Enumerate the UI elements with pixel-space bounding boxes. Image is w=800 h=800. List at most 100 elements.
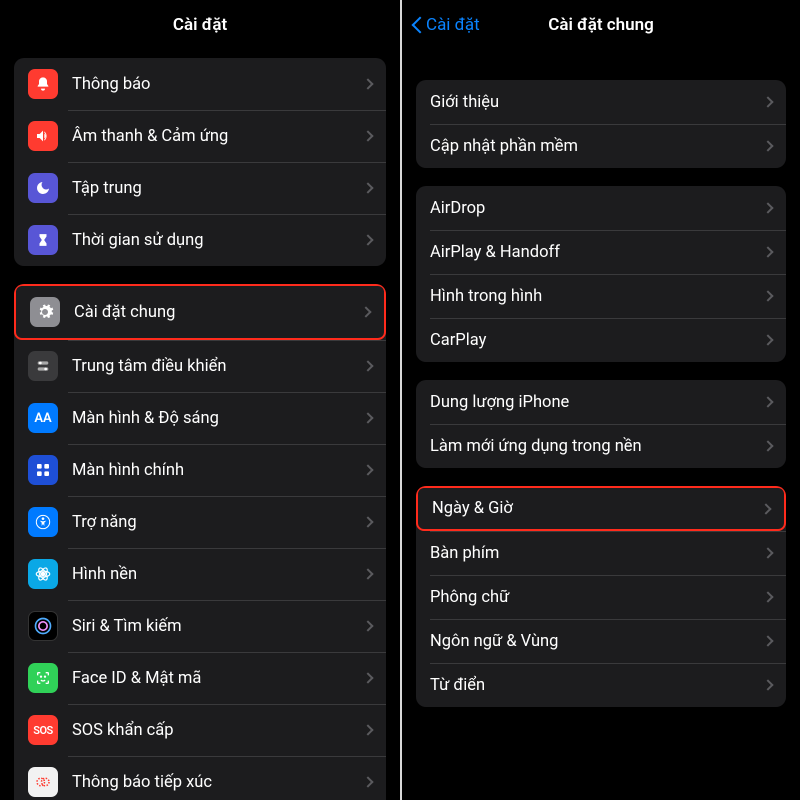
row-label: Thông báo tiếp xúc bbox=[72, 773, 364, 792]
accessibility-icon bbox=[28, 507, 58, 537]
general-list: Giới thiệu Cập nhật phần mềm AirDrop Air… bbox=[402, 50, 800, 721]
faceid-icon bbox=[28, 663, 58, 693]
row-background-refresh[interactable]: Làm mới ứng dụng trong nền bbox=[416, 424, 786, 468]
group-datetime: Ngày & Giờ Bàn phím Phông chữ Ngôn ngữ &… bbox=[416, 486, 786, 707]
row-carplay[interactable]: CarPlay bbox=[416, 318, 786, 362]
row-screentime[interactable]: Thời gian sử dụng bbox=[14, 214, 386, 266]
row-label: Hình nền bbox=[72, 565, 364, 584]
grid-icon bbox=[28, 455, 58, 485]
row-label: Trợ năng bbox=[72, 513, 364, 532]
row-fonts[interactable]: Phông chữ bbox=[416, 575, 786, 619]
row-label: AirDrop bbox=[430, 199, 764, 218]
chevron-left-icon bbox=[410, 15, 422, 35]
row-label: Giới thiệu bbox=[430, 93, 764, 112]
row-accessibility[interactable]: Trợ năng bbox=[14, 496, 386, 548]
page-title: Cài đặt bbox=[173, 15, 227, 35]
row-label: Phông chữ bbox=[430, 588, 764, 607]
header: Cài đặt Cài đặt chung bbox=[402, 0, 800, 50]
row-label: Ngôn ngữ & Vùng bbox=[430, 632, 764, 651]
chevron-right-icon bbox=[362, 724, 373, 735]
row-siri[interactable]: Siri & Tìm kiếm bbox=[14, 600, 386, 652]
chevron-right-icon bbox=[762, 591, 773, 602]
row-faceid[interactable]: Face ID & Mật mã bbox=[14, 652, 386, 704]
row-label: Từ điển bbox=[430, 676, 764, 695]
bell-icon bbox=[28, 69, 58, 99]
chevron-right-icon bbox=[362, 620, 373, 631]
group-storage: Dung lượng iPhone Làm mới ứng dụng trong… bbox=[416, 380, 786, 468]
row-sos[interactable]: SOS SOS khẩn cấp bbox=[14, 704, 386, 756]
switches-icon bbox=[28, 351, 58, 381]
row-control-center[interactable]: Trung tâm điều khiển bbox=[14, 340, 386, 392]
row-focus[interactable]: Tập trung bbox=[14, 162, 386, 214]
settings-list: Thông báo Âm thanh & Cảm ứng Tập trung bbox=[0, 50, 400, 800]
row-pip[interactable]: Hình trong hình bbox=[416, 274, 786, 318]
row-storage[interactable]: Dung lượng iPhone bbox=[416, 380, 786, 424]
group-about: Giới thiệu Cập nhật phần mềm bbox=[416, 80, 786, 168]
row-airdrop[interactable]: AirDrop bbox=[416, 186, 786, 230]
row-homescreen[interactable]: Màn hình chính bbox=[14, 444, 386, 496]
row-label: Cài đặt chung bbox=[74, 303, 362, 322]
row-keyboard[interactable]: Bàn phím bbox=[416, 531, 786, 575]
row-language-region[interactable]: Ngôn ngữ & Vùng bbox=[416, 619, 786, 663]
gear-icon bbox=[30, 297, 60, 327]
row-sounds[interactable]: Âm thanh & Cảm ứng bbox=[14, 110, 386, 162]
row-label: Face ID & Mật mã bbox=[72, 669, 364, 688]
chevron-right-icon bbox=[362, 360, 373, 371]
chevron-right-icon bbox=[360, 306, 371, 317]
row-airplay[interactable]: AirPlay & Handoff bbox=[416, 230, 786, 274]
chevron-right-icon bbox=[362, 234, 373, 245]
row-display[interactable]: AA Màn hình & Độ sáng bbox=[14, 392, 386, 444]
chevron-right-icon bbox=[762, 246, 773, 257]
chevron-right-icon bbox=[762, 635, 773, 646]
chevron-right-icon bbox=[762, 440, 773, 451]
row-label: Dung lượng iPhone bbox=[430, 393, 764, 412]
exposure-icon bbox=[28, 767, 58, 797]
general-settings-screen: Cài đặt Cài đặt chung Giới thiệu Cập nhậ… bbox=[400, 0, 800, 800]
row-software-update[interactable]: Cập nhật phần mềm bbox=[416, 124, 786, 168]
row-wallpaper[interactable]: Hình nền bbox=[14, 548, 386, 600]
row-date-time[interactable]: Ngày & Giờ bbox=[416, 486, 786, 531]
siri-icon bbox=[28, 611, 58, 641]
row-label: Tập trung bbox=[72, 179, 364, 198]
row-label: Hình trong hình bbox=[430, 287, 764, 306]
chevron-right-icon bbox=[762, 290, 773, 301]
row-general[interactable]: Cài đặt chung bbox=[14, 284, 386, 340]
sound-icon bbox=[28, 121, 58, 151]
chevron-right-icon bbox=[362, 776, 373, 787]
row-label: Bàn phím bbox=[430, 544, 764, 563]
group-notifications: Thông báo Âm thanh & Cảm ứng Tập trung bbox=[14, 58, 386, 266]
back-button[interactable]: Cài đặt bbox=[410, 15, 480, 35]
chevron-right-icon bbox=[762, 140, 773, 151]
page-title: Cài đặt chung bbox=[548, 15, 654, 35]
row-label: SOS khẩn cấp bbox=[72, 721, 364, 740]
chevron-right-icon bbox=[762, 334, 773, 345]
row-label: Ngày & Giờ bbox=[432, 499, 762, 518]
chevron-right-icon bbox=[762, 396, 773, 407]
chevron-right-icon bbox=[760, 503, 771, 514]
group-airdrop: AirDrop AirPlay & Handoff Hình trong hìn… bbox=[416, 186, 786, 362]
chevron-right-icon bbox=[362, 464, 373, 475]
hourglass-icon bbox=[28, 225, 58, 255]
row-label: Làm mới ứng dụng trong nền bbox=[430, 437, 764, 456]
chevron-right-icon bbox=[362, 182, 373, 193]
header: Cài đặt bbox=[0, 0, 400, 50]
row-label: Thời gian sử dụng bbox=[72, 231, 364, 250]
row-about[interactable]: Giới thiệu bbox=[416, 80, 786, 124]
row-exposure[interactable]: Thông báo tiếp xúc bbox=[14, 756, 386, 800]
chevron-right-icon bbox=[362, 78, 373, 89]
settings-screen: Cài đặt Thông báo Âm thanh & Cảm ứng bbox=[0, 0, 400, 800]
chevron-right-icon bbox=[362, 412, 373, 423]
row-notifications[interactable]: Thông báo bbox=[14, 58, 386, 110]
row-dictionary[interactable]: Từ điển bbox=[416, 663, 786, 707]
chevron-right-icon bbox=[362, 568, 373, 579]
chevron-right-icon bbox=[762, 96, 773, 107]
row-label: Màn hình & Độ sáng bbox=[72, 409, 364, 428]
row-label: CarPlay bbox=[430, 331, 764, 350]
sos-icon: SOS bbox=[28, 715, 58, 745]
row-label: Âm thanh & Cảm ứng bbox=[72, 127, 364, 146]
row-label: Cập nhật phần mềm bbox=[430, 137, 764, 156]
chevron-right-icon bbox=[362, 130, 373, 141]
row-label: Trung tâm điều khiển bbox=[72, 357, 364, 376]
chevron-right-icon bbox=[362, 516, 373, 527]
group-general: Cài đặt chung Trung tâm điều khiển AA Mà… bbox=[14, 284, 386, 800]
